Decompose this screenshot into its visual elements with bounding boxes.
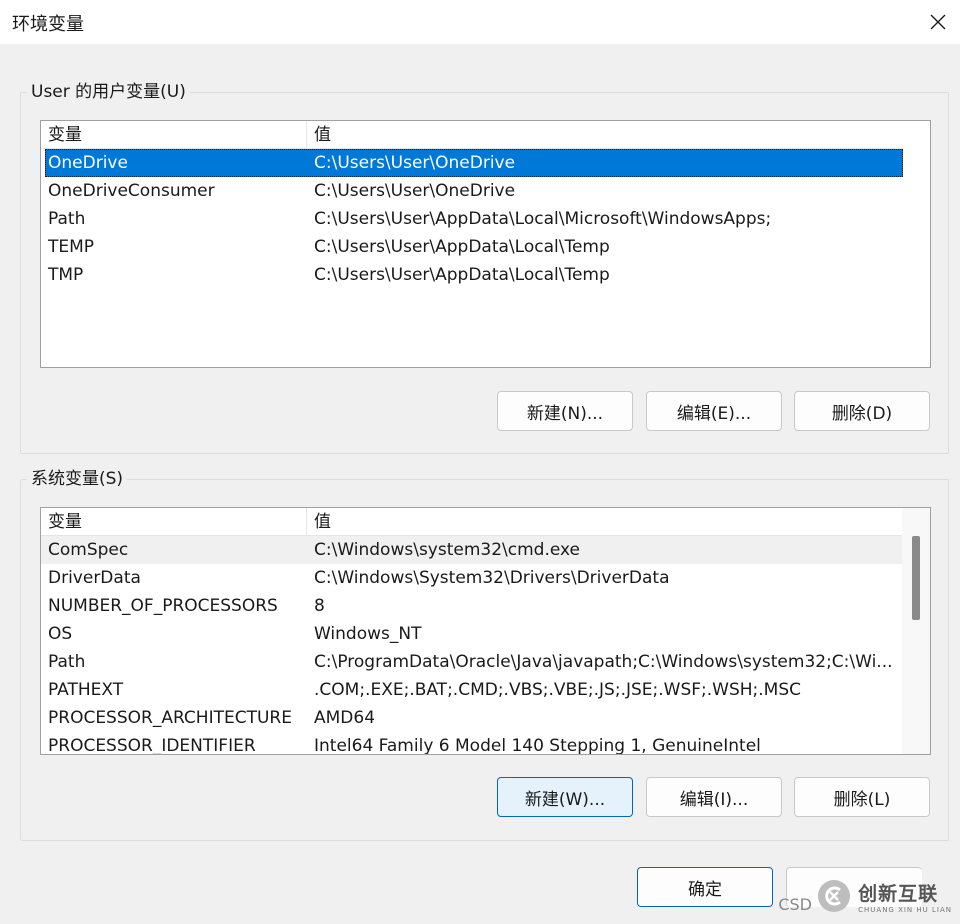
table-row[interactable]: Path C:\Users\User\AppData\Local\Microsof… <box>41 205 903 233</box>
table-row[interactable]: ComSpec C:\Windows\system32\cmd.exe <box>41 536 903 564</box>
system-variable-name: PROCESSOR_IDENTIFIER <box>48 736 256 755</box>
system-variable-value: .COM;.EXE;.BAT;.CMD;.VBS;.VBE;.JS;.JSE;.… <box>314 680 802 700</box>
system-variable-value: Windows_NT <box>314 624 422 644</box>
system-new-button[interactable]: 新建(W)... <box>497 777 633 817</box>
user-new-button[interactable]: 新建(N)... <box>497 391 633 431</box>
user-variable-name: OneDriveConsumer <box>48 181 215 201</box>
brand-watermark: 创新互联 CHUANG XIN HU LIAN <box>816 878 952 914</box>
system-variable-name: PATHEXT <box>48 680 124 700</box>
csdn-watermark: CSD <box>778 895 812 914</box>
system-delete-button[interactable]: 删除(L) <box>794 777 930 817</box>
system-variable-value: C:\Windows\System32\Drivers\DriverData <box>314 568 670 588</box>
user-rows: OneDrive C:\Users\User\OneDrive OneDriveCo… <box>41 149 903 289</box>
user-variable-value: C:\Users\User\AppData\Local\Microsoft\Wi… <box>314 209 772 229</box>
scrollbar-thumb[interactable] <box>912 536 920 620</box>
system-variable-value: Intel64 Family 6 Model 140 Stepping 1, G… <box>314 736 761 755</box>
table-row[interactable]: TMP C:\Users\User\AppData\Local\Temp <box>41 261 903 289</box>
system-variable-name: Path <box>48 652 86 672</box>
system-variable-name: OS <box>48 624 73 644</box>
list-header: 变量 值 <box>41 508 903 536</box>
brand-text-block: 创新互联 CHUANG XIN HU LIAN <box>858 879 952 914</box>
table-row[interactable]: Path C:\ProgramData\Oracle\Java\javapath;… <box>41 648 903 676</box>
header-variable[interactable]: 变量 <box>41 121 307 148</box>
user-variable-value: C:\Users\User\OneDrive <box>314 153 516 173</box>
system-variable-value: AMD64 <box>314 708 376 728</box>
system-variables-list[interactable]: 变量 值 ComSpec C:\Windows\system32\cmd.exe D… <box>40 507 931 755</box>
header-value[interactable]: 值 <box>314 508 331 537</box>
user-variable-name: Path <box>48 209 86 229</box>
system-rows: ComSpec C:\Windows\system32\cmd.exe Driver… <box>41 536 903 755</box>
system-variable-value: C:\Windows\system32\cmd.exe <box>314 540 581 560</box>
system-variable-name: DriverData <box>48 568 141 588</box>
system-variable-value: 8 <box>314 596 325 616</box>
user-variable-value: C:\Users\User\OneDrive <box>314 181 516 201</box>
user-variable-name: TEMP <box>48 237 95 257</box>
table-row[interactable]: DriverData C:\Windows\System32\Drivers\Dr… <box>41 564 903 592</box>
ok-button[interactable]: 确定 <box>637 867 773 907</box>
list-header: 变量 值 <box>41 121 903 149</box>
header-value[interactable]: 值 <box>314 121 331 150</box>
title-bar: 环境变量 <box>0 0 960 44</box>
user-variables-group: User 的用户变量(U) 变量 值 OneDrive C:\Users\User… <box>20 79 949 454</box>
user-edit-button[interactable]: 编辑(E)... <box>646 391 782 431</box>
close-button[interactable] <box>916 0 960 44</box>
user-delete-button[interactable]: 删除(D) <box>794 391 930 431</box>
table-row[interactable]: PROCESSOR_ARCHITECTURE AMD64 <box>41 704 903 732</box>
system-variable-value: C:\ProgramData\Oracle\Java\javapath;C:\W… <box>314 652 893 672</box>
close-icon <box>930 14 946 30</box>
table-row[interactable]: OneDrive C:\Users\User\OneDrive <box>45 149 903 177</box>
system-variables-group: 系统变量(S) 变量 值 ComSpec C:\Windows\system32\… <box>20 466 949 841</box>
table-row[interactable]: NUMBER_OF_PROCESSORS 8 <box>41 592 903 620</box>
table-row[interactable]: OS Windows_NT <box>41 620 903 648</box>
vertical-scrollbar[interactable] <box>902 508 930 754</box>
user-variable-name: TMP <box>48 265 84 285</box>
user-variables-list[interactable]: 变量 值 OneDrive C:\Users\User\OneDrive OneDr… <box>40 120 931 368</box>
table-row[interactable]: TEMP C:\Users\User\AppData\Local\Temp <box>41 233 903 261</box>
user-variable-value: C:\Users\User\AppData\Local\Temp <box>314 265 610 285</box>
system-edit-button[interactable]: 编辑(I)... <box>646 777 782 817</box>
brand-logo-icon <box>818 880 851 912</box>
user-variable-value: C:\Users\User\AppData\Local\Temp <box>314 237 610 257</box>
brand-name: 创新互联 <box>858 882 939 905</box>
system-variable-name: PROCESSOR_ARCHITECTURE <box>48 708 292 728</box>
brand-subtitle: CHUANG XIN HU LIAN <box>858 905 952 914</box>
header-variable[interactable]: 变量 <box>41 508 307 535</box>
table-row[interactable]: OneDriveConsumer C:\Users\User\OneDrive <box>41 177 903 205</box>
user-variable-name: OneDrive <box>48 153 128 173</box>
table-row[interactable]: PROCESSOR_IDENTIFIER Intel64 Family 6 Mod… <box>41 732 903 755</box>
user-variables-label: User 的用户变量(U) <box>27 79 190 105</box>
window-title: 环境变量 <box>12 14 84 35</box>
system-variable-name: NUMBER_OF_PROCESSORS <box>48 596 278 616</box>
system-variables-label: 系统变量(S) <box>27 466 128 492</box>
table-row[interactable]: PATHEXT .COM;.EXE;.BAT;.CMD;.VBS;.VBE;.JS… <box>41 676 903 704</box>
system-variable-name: ComSpec <box>48 540 129 560</box>
